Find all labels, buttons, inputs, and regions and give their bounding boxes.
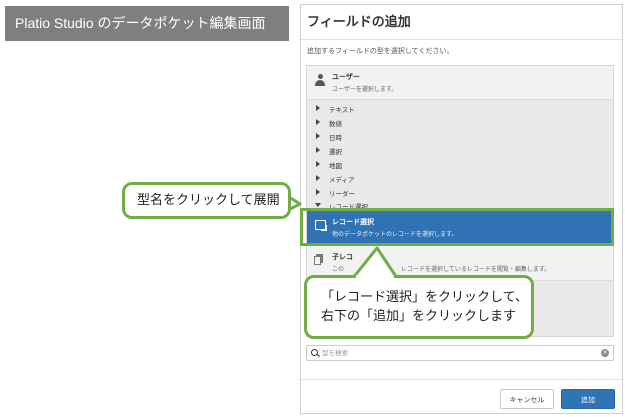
category-media[interactable]: メディア <box>307 172 613 185</box>
field-type-description-tail: レコードを選択しているレコードを閲覧・編集します。 <box>401 266 551 273</box>
category-number[interactable]: 数値 <box>307 116 613 129</box>
category-label: テキスト <box>329 106 355 114</box>
caret-right-icon <box>316 105 320 111</box>
selection-highlight <box>300 208 614 246</box>
type-search-box: × <box>306 345 614 361</box>
caret-right-icon <box>316 189 320 195</box>
document-icon <box>314 254 323 265</box>
callout-line: 「レコード選択」をクリックして、 <box>321 290 528 305</box>
callout-select-record: 「レコード選択」をクリックして、 右下の「追加」をクリックします <box>304 275 534 339</box>
caret-right-icon <box>316 147 320 153</box>
category-text[interactable]: テキスト <box>307 102 613 115</box>
category-map[interactable]: 地図 <box>307 158 613 171</box>
page-title-banner: Platio Studio のデータポケット編集画面 <box>5 6 289 41</box>
caret-right-icon <box>316 161 320 167</box>
footer-divider <box>301 379 622 380</box>
category-label: 地図 <box>329 162 342 170</box>
category-label: リーダー <box>329 190 355 198</box>
caret-right-icon <box>316 175 320 181</box>
category-label: 日時 <box>329 134 342 142</box>
user-icon <box>315 74 325 86</box>
add-button[interactable]: 追加 <box>561 389 615 409</box>
title-divider <box>301 39 622 40</box>
callout-expand: 型名をクリックして展開 <box>122 182 291 219</box>
search-icon <box>311 349 318 356</box>
pointer-joint <box>356 275 394 279</box>
caret-down-icon <box>315 203 321 207</box>
clear-icon[interactable]: × <box>601 349 609 357</box>
caret-right-icon <box>316 133 320 139</box>
field-type-description: ユーザーを選択します。 <box>332 86 398 93</box>
category-label: メディア <box>329 176 355 184</box>
field-type-user[interactable]: ユーザー ユーザーを選択します。 <box>307 66 613 100</box>
dialog-instruction: 追加するフィールドの型を選択してください。 <box>307 47 454 55</box>
category-label: 選択 <box>329 148 342 156</box>
category-selection[interactable]: 選択 <box>307 144 613 157</box>
field-type-name: ユーザー <box>332 73 360 81</box>
type-search-input[interactable] <box>322 347 592 359</box>
category-reader[interactable]: リーダー <box>307 186 613 199</box>
callout-line: 右下の「追加」をクリックします <box>321 309 517 324</box>
caret-right-icon <box>316 119 320 125</box>
category-label: 数値 <box>329 120 342 128</box>
field-type-name: 子レコ <box>332 253 353 261</box>
cancel-button[interactable]: キャンセル <box>500 389 554 409</box>
category-datetime[interactable]: 日時 <box>307 130 613 143</box>
dialog-title: フィールドの追加 <box>307 15 411 30</box>
field-type-description: この <box>332 266 345 273</box>
